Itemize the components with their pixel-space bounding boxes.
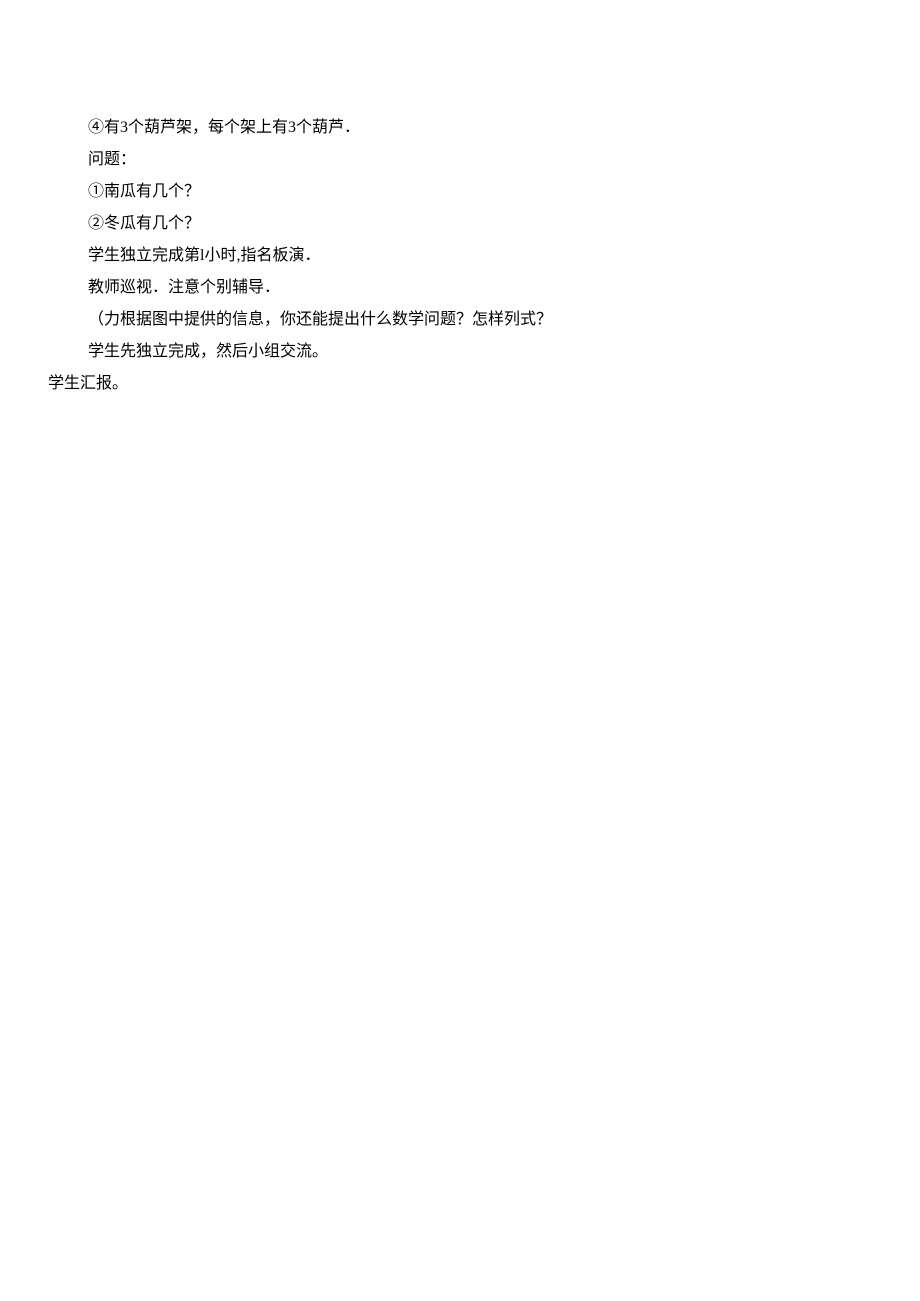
line-instruction-3: （力根据图中提供的信息，你还能提出什么数学问题？怎样列式？ [48,304,872,336]
line-question-2: ②冬瓜有几个？ [48,208,872,240]
line-instruction-2: 教师巡视．注意个别辅导． [48,272,872,304]
line-item-4: ④有3个葫芦架，每个架上有3个葫芦． [48,112,872,144]
line-question-1: ①南瓜有几个？ [48,176,872,208]
line-report: 学生汇报。 [48,368,872,400]
line-instruction-1: 学生独立完成第l小时,指名板演． [48,240,872,272]
line-instruction-4: 学生先独立完成，然后小组交流。 [48,336,872,368]
line-questions-heading: 问题： [48,144,872,176]
